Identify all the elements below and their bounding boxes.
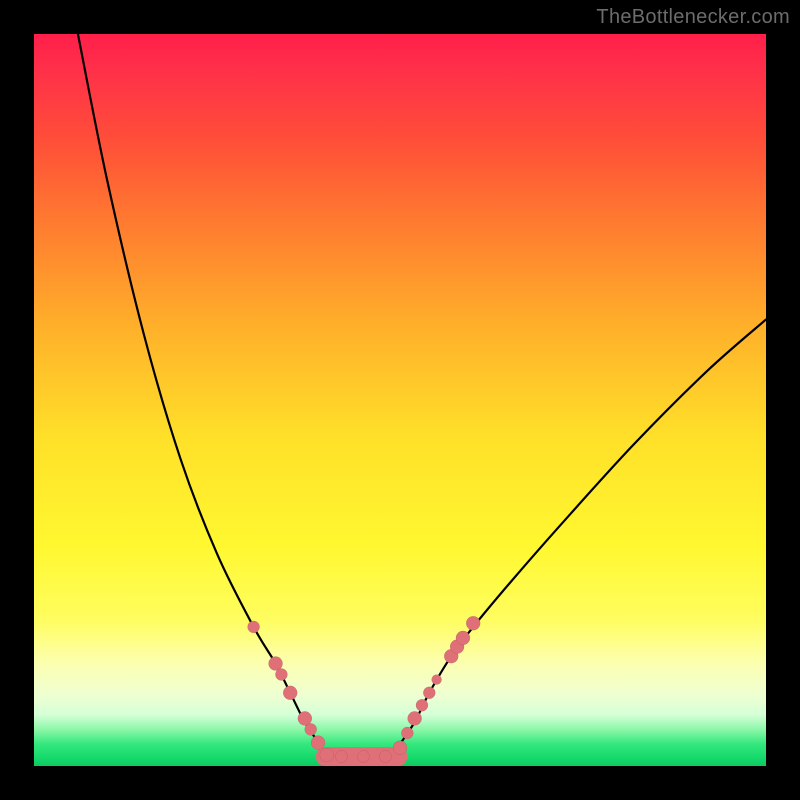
curve-right-branch	[400, 319, 766, 744]
marker-point	[320, 748, 334, 762]
marker-point	[423, 687, 435, 699]
bottleneck-chart: TheBottlenecker.com	[0, 0, 800, 800]
marker-point	[393, 741, 407, 755]
marker-point	[401, 727, 413, 739]
marker-point	[335, 750, 347, 762]
marker-point	[305, 723, 317, 735]
marker-point	[283, 686, 297, 700]
marker-point	[311, 736, 325, 750]
curves-layer	[78, 34, 766, 744]
marker-point	[416, 699, 428, 711]
marker-point	[408, 711, 422, 725]
marker-point	[275, 669, 287, 681]
marker-point	[248, 621, 260, 633]
marker-point	[379, 750, 391, 762]
markers-layer	[248, 616, 481, 762]
curve-left-branch	[78, 34, 320, 744]
marker-point	[357, 750, 369, 762]
chart-svg	[0, 0, 800, 800]
marker-point	[432, 675, 442, 685]
marker-point	[456, 631, 470, 645]
marker-point	[466, 616, 480, 630]
